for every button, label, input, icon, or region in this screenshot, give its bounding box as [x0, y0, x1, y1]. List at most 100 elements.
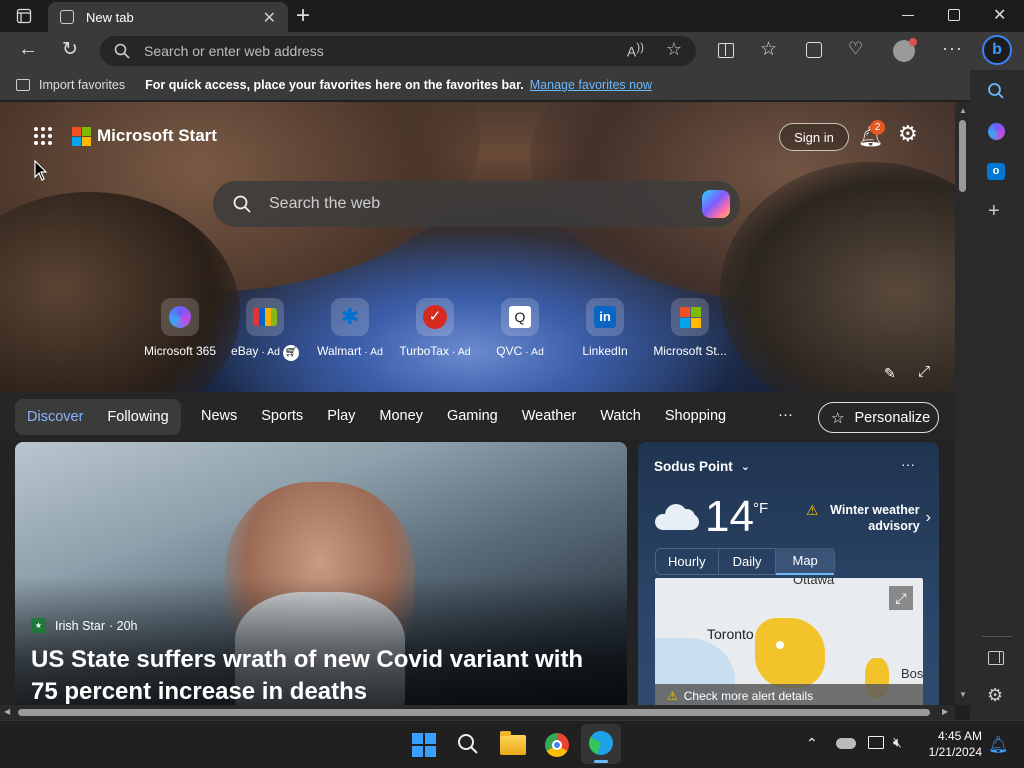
favorite-star-icon[interactable]: ☆: [666, 39, 682, 60]
tab-watch[interactable]: Watch: [600, 408, 641, 424]
warning-icon: ⚠: [667, 689, 678, 703]
manage-favorites-link[interactable]: Manage favorites now: [530, 78, 652, 92]
address-bar[interactable]: Search or enter web address A)) ☆: [100, 36, 696, 66]
vertical-scroll-thumb[interactable]: [959, 120, 966, 192]
microsoft-logo-icon: [72, 126, 91, 146]
tab-play[interactable]: Play: [327, 408, 355, 424]
search-placeholder: Search the web: [269, 195, 381, 212]
chevron-down-icon: ⌄: [740, 461, 750, 473]
chrome-icon[interactable]: [545, 733, 569, 757]
tab-new-tab[interactable]: New tab ✕: [48, 2, 288, 32]
more-options-icon[interactable]: ···: [942, 38, 963, 59]
search-icon: [114, 43, 130, 59]
new-tab-button[interactable]: +: [296, 2, 310, 30]
web-search-box[interactable]: Search the web: [213, 181, 740, 227]
weather-location[interactable]: Sodus Point ⌄: [654, 459, 750, 474]
expand-map-icon[interactable]: ⤢: [889, 586, 913, 610]
sidebar-search-icon[interactable]: [987, 82, 1005, 105]
tab-weather[interactable]: Weather: [522, 408, 577, 424]
weather-map[interactable]: Ottawa Toronto Bos ⤢ ⚠ Check more alert …: [655, 578, 923, 705]
more-categories-button[interactable]: ···: [778, 406, 793, 423]
new-tab-page: Microsoft Start Sign in 🔔︎ 2 ⚙ Search th…: [0, 102, 955, 705]
horizontal-scrollbar[interactable]: ◀ ▶: [0, 705, 955, 720]
collections-icon[interactable]: [806, 42, 822, 58]
profile-avatar[interactable]: [893, 38, 917, 62]
sidebar-settings-gear-icon[interactable]: ⚙: [987, 685, 1003, 706]
sign-in-button[interactable]: Sign in: [779, 123, 849, 151]
close-window-button[interactable]: ✕: [993, 5, 1006, 25]
tab-news[interactable]: News: [201, 408, 237, 424]
quick-link-qvc[interactable]: Q QVC · Ad: [476, 298, 564, 358]
map-label-ottawa: Ottawa: [793, 578, 835, 587]
browser-essentials-icon[interactable]: ♡: [848, 39, 863, 59]
tab-actions-icon[interactable]: [12, 6, 36, 26]
favorites-icon[interactable]: ☆: [760, 38, 777, 61]
tab-map[interactable]: Map: [776, 548, 834, 575]
file-explorer-icon[interactable]: [500, 731, 526, 755]
split-screen-icon[interactable]: [718, 43, 734, 58]
weather-more-icon[interactable]: ···: [901, 456, 915, 472]
tab-following[interactable]: Following: [107, 409, 168, 425]
close-tab-icon[interactable]: ✕: [263, 8, 276, 28]
onedrive-icon[interactable]: [836, 738, 856, 749]
cloud-icon: [655, 504, 699, 530]
import-favorites-button[interactable]: Import favorites: [39, 78, 125, 92]
volume-muted-icon[interactable]: 🔇︎: [893, 734, 902, 751]
sparkle-icon: ☆: [831, 409, 845, 427]
tab-discover[interactable]: Discover: [27, 409, 83, 425]
warning-icon: ⚠: [806, 502, 819, 518]
minimize-button[interactable]: [902, 8, 916, 22]
clock-time[interactable]: 4:45 AM: [932, 729, 982, 743]
microsoft-start-logo[interactable]: Microsoft Start: [72, 126, 217, 146]
restore-button[interactable]: [948, 9, 960, 21]
news-card[interactable]: ★ Irish Star · 20h US State suffers wrat…: [15, 442, 627, 705]
clock-date[interactable]: 1/21/2024: [918, 745, 982, 759]
check-alert-details-link[interactable]: ⚠ Check more alert details: [655, 684, 923, 705]
import-icon: [16, 79, 30, 91]
network-icon[interactable]: [868, 736, 884, 749]
tab-daily[interactable]: Daily: [719, 549, 777, 574]
quick-link-microsoft-365[interactable]: Microsoft 365: [136, 298, 224, 358]
active-indicator: [594, 760, 608, 763]
vertical-scrollbar[interactable]: ▲ ▼: [955, 102, 970, 705]
edge-taskbar-button[interactable]: [581, 724, 621, 764]
tab-money[interactable]: Money: [379, 408, 423, 424]
feed-category-tabs: News Sports Play Money Gaming Weather Wa…: [201, 408, 750, 424]
quick-link-linkedin[interactable]: in LinkedIn: [561, 298, 649, 358]
news-headline[interactable]: US State suffers wrath of new Covid vari…: [31, 644, 611, 705]
horizontal-scroll-thumb[interactable]: [18, 709, 930, 716]
ebay-icon: [253, 308, 277, 326]
tab-hourly[interactable]: Hourly: [656, 549, 719, 574]
weather-alert[interactable]: ⚠ Winter weather advisory ›: [806, 502, 931, 534]
quick-link-turbotax[interactable]: ✓ TurboTax · Ad: [391, 298, 479, 358]
outlook-icon[interactable]: o: [987, 163, 1005, 180]
back-arrow-icon[interactable]: ←: [18, 38, 38, 61]
taskbar-search-icon[interactable]: [457, 733, 479, 760]
personalize-label: Personalize: [854, 409, 931, 426]
notification-center-icon[interactable]: 🔔︎: [988, 735, 1008, 755]
expand-icon[interactable]: ⤢: [918, 363, 930, 380]
quick-link-microsoft-store[interactable]: Microsoft St...: [646, 298, 734, 358]
read-aloud-icon[interactable]: A)): [627, 41, 644, 60]
quick-link-walmart[interactable]: ✱ Walmart · Ad: [306, 298, 394, 358]
show-hidden-icons-icon[interactable]: ⌃: [806, 735, 818, 752]
hide-sidebar-icon[interactable]: [988, 651, 1004, 665]
add-sidebar-app-icon[interactable]: +: [988, 200, 1000, 223]
edit-background-icon[interactable]: ✎: [884, 365, 896, 382]
sidebar-copilot-icon[interactable]: [988, 123, 1005, 140]
copilot-search-icon[interactable]: [702, 190, 730, 218]
tab-shopping[interactable]: Shopping: [665, 408, 726, 424]
settings-gear-icon[interactable]: ⚙: [898, 121, 918, 147]
personalize-button[interactable]: ☆ Personalize: [818, 402, 939, 433]
copilot-icon[interactable]: b: [982, 35, 1012, 65]
map-label-boston: Bos: [901, 666, 923, 681]
tab-sports[interactable]: Sports: [261, 408, 303, 424]
windows-start-icon[interactable]: [412, 733, 436, 757]
apps-grid-icon[interactable]: [34, 127, 52, 145]
linkedin-icon: in: [594, 306, 616, 328]
irish-star-logo-icon: ★: [31, 618, 46, 633]
tab-gaming[interactable]: Gaming: [447, 408, 498, 424]
refresh-icon[interactable]: ↻: [62, 38, 78, 61]
weather-card[interactable]: Sodus Point ⌄ ··· 14 °F ⚠ Winter weather…: [638, 442, 939, 705]
quick-link-ebay[interactable]: eBay · Ad 🛒︎: [221, 298, 309, 361]
